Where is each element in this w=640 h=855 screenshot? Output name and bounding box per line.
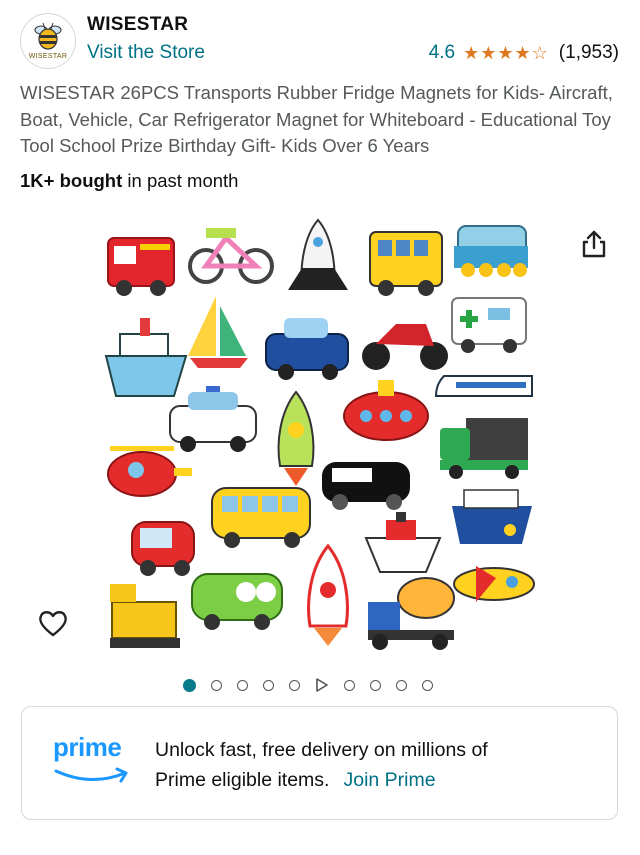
prime-smile-icon <box>54 767 128 783</box>
airplane-magnet <box>453 566 535 602</box>
ship-boat-magnet <box>364 512 442 573</box>
prime-logo-word: prime <box>53 732 122 762</box>
train-magnet <box>454 225 528 277</box>
bullet-train-magnet <box>434 375 533 397</box>
bicycle-magnet <box>188 228 274 284</box>
pager-dot[interactable] <box>422 679 433 691</box>
truck-magnet <box>440 418 528 479</box>
pager-dot[interactable] <box>396 679 407 691</box>
motorcycle-magnet <box>362 324 448 370</box>
pager-dot[interactable] <box>289 679 300 691</box>
prime-promo-text: Unlock fast, free delivery on millions o… <box>155 735 595 795</box>
police-car-magnet <box>169 386 257 452</box>
rating-summary[interactable]: 4.6 ★★★★☆ (1,953) <box>429 42 619 64</box>
car-magnet-black <box>322 462 410 510</box>
prime-promo-line2: Prime eligible items. <box>155 769 330 791</box>
rating-count: (1,953) <box>558 42 619 63</box>
helicopter-magnet <box>107 446 192 497</box>
join-prime-link[interactable]: Join Prime <box>343 769 435 791</box>
brand-name[interactable]: WISESTAR <box>87 14 188 36</box>
ambulance-magnet <box>451 297 527 353</box>
pager-dot[interactable] <box>183 678 196 692</box>
star-rating-icon: ★★★★☆ <box>463 42 549 63</box>
bought-period: in past month <box>122 170 239 191</box>
visit-store-link[interactable]: Visit the Store <box>87 42 205 64</box>
image-pager[interactable] <box>183 678 433 692</box>
fire-truck-magnet <box>107 237 175 296</box>
share-button[interactable] <box>578 228 610 260</box>
bought-in-past-month: 1K+ bought in past month <box>20 170 238 192</box>
product-image[interactable] <box>96 206 544 654</box>
brand-logo[interactable]: WISESTAR <box>20 13 76 69</box>
submarine-magnet <box>343 380 429 441</box>
excavator-magnet <box>110 584 180 648</box>
pager-dot[interactable] <box>237 679 248 691</box>
cement-mixer-magnet <box>368 577 455 650</box>
video-play-icon[interactable] <box>315 678 329 692</box>
bought-count: 1K+ bought <box>20 170 123 191</box>
small-truck-magnet <box>131 521 195 576</box>
prime-promo-line1: Unlock fast, free delivery on millions o… <box>155 739 488 761</box>
pager-dot[interactable] <box>370 679 381 691</box>
rocket-magnet <box>277 390 315 486</box>
ferry-magnet <box>452 489 532 544</box>
status-indicator <box>490 0 610 2</box>
product-title: WISESTAR 26PCS Transports Rubber Fridge … <box>20 82 613 156</box>
brand-logo-text: WISESTAR <box>28 53 68 60</box>
classic-car-magnet <box>191 573 283 630</box>
favorite-button[interactable] <box>35 605 71 641</box>
space-shuttle-magnet <box>288 218 348 290</box>
rating-value: 4.6 <box>428 42 456 63</box>
sailboat-magnet <box>188 296 248 368</box>
pager-dot[interactable] <box>344 679 355 691</box>
school-bus-magnet <box>369 231 443 296</box>
pager-dot[interactable] <box>263 679 274 691</box>
ship-magnet <box>104 318 188 397</box>
red-rocket-magnet <box>307 543 349 646</box>
heart-icon <box>39 611 67 637</box>
pager-dot[interactable] <box>211 679 222 691</box>
taxi-magnet <box>265 318 349 380</box>
bus-magnet <box>211 487 311 548</box>
prime-promo-card[interactable]: prime Unlock fast, free delivery on mill… <box>21 706 618 820</box>
share-icon <box>582 230 606 258</box>
prime-logo: prime <box>53 732 133 787</box>
